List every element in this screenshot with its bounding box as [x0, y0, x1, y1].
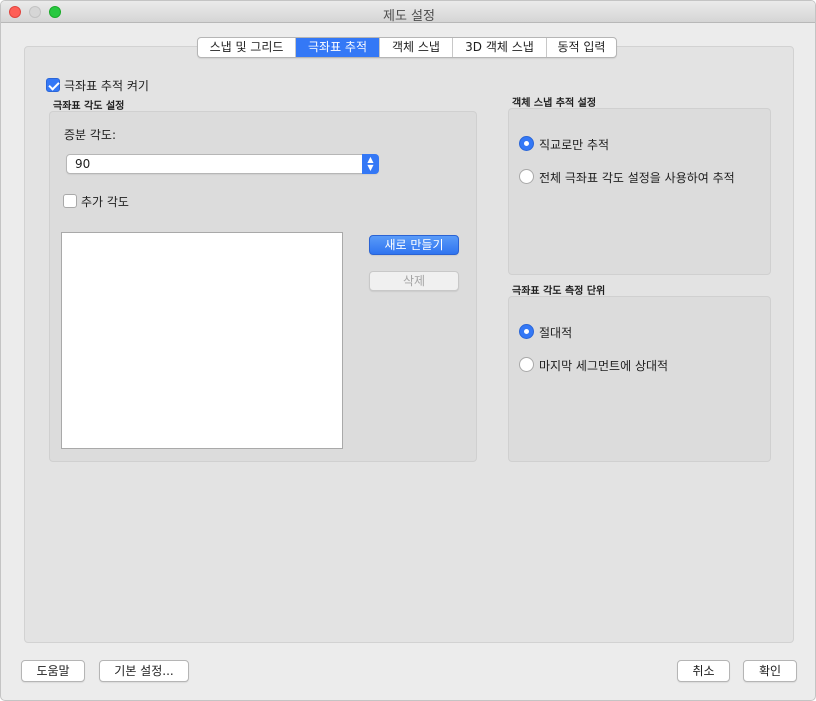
absolute-label: 절대적 [539, 326, 573, 340]
angle-measurement-title: 극좌표 각도 측정 단위 [512, 286, 606, 297]
polar-tracking-label: 극좌표 추적 켜기 [64, 79, 149, 93]
tab-object-snap[interactable]: 객체 스냅 [380, 38, 453, 57]
object-snap-tracking-title: 객체 스냅 추적 설정 [512, 98, 597, 109]
drafting-settings-window: 제도 설정 스냅 및 그리드 극좌표 추적 객체 스냅 3D 객체 스냅 동적 … [0, 0, 816, 701]
additional-angles-label: 추가 각도 [81, 195, 129, 209]
increment-angle-value: 90 [75, 157, 91, 171]
relative-to-last-segment-radio[interactable] [519, 357, 534, 372]
angle-measurement-group [508, 296, 771, 462]
tab-bar: 스냅 및 그리드 극좌표 추적 객체 스냅 3D 객체 스냅 동적 입력 [197, 37, 617, 58]
additional-angles-checkbox[interactable] [63, 194, 77, 208]
delete-angle-button[interactable]: 삭제 [369, 271, 459, 291]
title-bar: 제도 설정 [1, 1, 815, 24]
help-button[interactable]: 도움말 [21, 660, 85, 682]
tab-polar-tracking[interactable]: 극좌표 추적 [296, 38, 380, 57]
cancel-button[interactable]: 취소 [677, 660, 730, 682]
absolute-radio[interactable] [519, 324, 534, 339]
new-angle-button[interactable]: 새로 만들기 [369, 235, 459, 255]
chevron-updown-icon: ▲ ▼ [362, 154, 379, 174]
orthogonal-only-label: 직교로만 추적 [539, 138, 610, 152]
tab-3d-object-snap[interactable]: 3D 객체 스냅 [453, 38, 547, 57]
orthogonal-only-radio[interactable] [519, 136, 534, 151]
object-snap-tracking-group [508, 108, 771, 275]
tab-dynamic-input[interactable]: 동적 입력 [547, 38, 616, 57]
all-polar-angles-label: 전체 극좌표 각도 설정을 사용하여 추적 [539, 171, 735, 185]
ok-button[interactable]: 확인 [743, 660, 797, 682]
tab-snap-and-grid[interactable]: 스냅 및 그리드 [198, 38, 296, 57]
polar-angle-settings-title: 극좌표 각도 설정 [53, 101, 125, 112]
polar-tracking-checkbox[interactable] [46, 78, 60, 92]
additional-angles-list[interactable] [61, 232, 343, 449]
increment-angle-label: 증분 각도: [64, 128, 117, 142]
all-polar-angles-radio[interactable] [519, 169, 534, 184]
increment-angle-select[interactable]: 90 ▲ ▼ [66, 154, 379, 174]
defaults-button[interactable]: 기본 설정... [99, 660, 189, 682]
relative-to-last-segment-label: 마지막 세그먼트에 상대적 [539, 359, 669, 373]
window-title: 제도 설정 [383, 9, 435, 24]
